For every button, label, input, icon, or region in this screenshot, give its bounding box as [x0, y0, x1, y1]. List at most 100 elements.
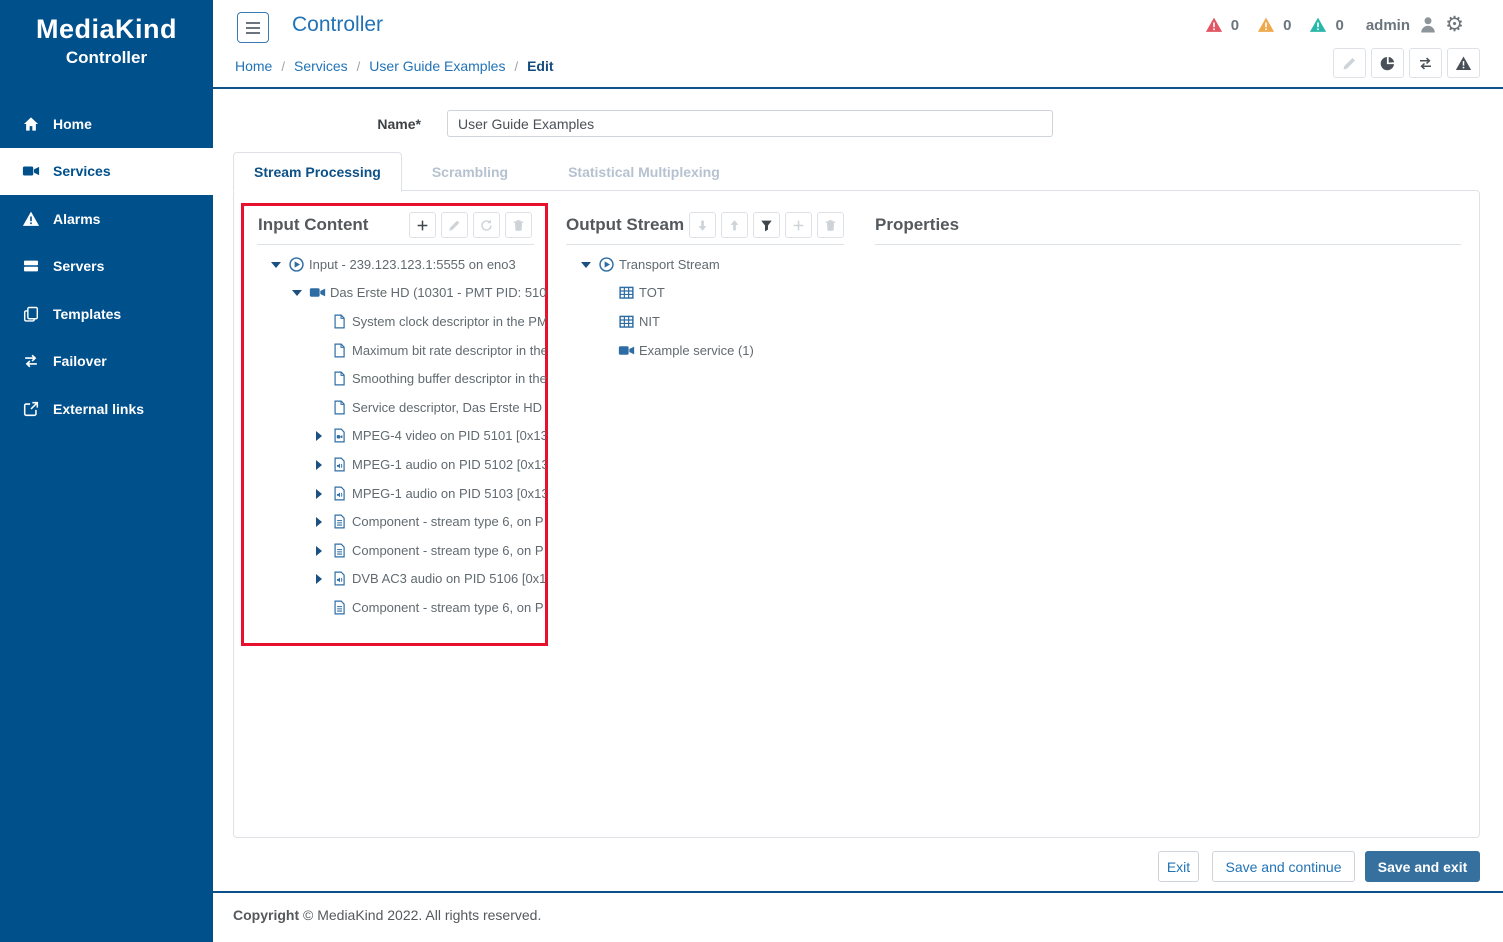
failover-arrows-icon — [22, 352, 40, 370]
tree-item-audio-stream[interactable]: MPEG-1 audio on PID 5102 [0x13 — [257, 450, 546, 479]
caret-expanded-icon[interactable] — [292, 288, 301, 297]
tree-item-label: System clock descriptor in the PM — [352, 314, 546, 329]
transfer-button[interactable] — [1409, 48, 1442, 78]
delete-input-button[interactable] — [505, 212, 532, 238]
footer: Copyright © MediaKind 2022. All rights r… — [213, 891, 1503, 942]
breadcrumb-service-name[interactable]: User Guide Examples — [369, 58, 505, 74]
sidebar-item-label: Templates — [53, 306, 121, 322]
caret-placeholder — [314, 603, 323, 612]
audio-file-icon — [331, 456, 348, 473]
caret-collapsed-icon[interactable] — [314, 517, 323, 526]
caret-collapsed-icon[interactable] — [314, 460, 323, 469]
minor-alarm-icon[interactable] — [1309, 16, 1327, 34]
filter-button[interactable] — [753, 212, 780, 238]
name-input[interactable] — [447, 110, 1053, 137]
tree-item-transport-stream[interactable]: Transport Stream — [566, 250, 846, 279]
caret-collapsed-icon[interactable] — [314, 431, 323, 440]
tree-item-descriptor[interactable]: Smoothing buffer descriptor in the — [257, 364, 546, 393]
tree-item-component[interactable]: Component - stream type 6, on P — [257, 536, 546, 565]
breadcrumb-separator: / — [357, 59, 361, 74]
tree-item-audio-stream[interactable]: MPEG-1 audio on PID 5103 [0x13 — [257, 479, 546, 508]
sidebar-item-home[interactable]: Home — [0, 100, 213, 148]
sidebar-item-failover[interactable]: Failover — [0, 338, 213, 386]
tab-scrambling[interactable]: Scrambling — [402, 153, 538, 191]
sidebar-item-services[interactable]: Services — [0, 148, 213, 196]
document-lines-icon — [331, 513, 348, 530]
statistics-button[interactable] — [1371, 48, 1404, 78]
tree-item-component[interactable]: Component - stream type 6, on P — [257, 593, 546, 622]
caret-collapsed-icon[interactable] — [314, 574, 323, 583]
delete-output-button[interactable] — [817, 212, 844, 238]
brand-name: MediaKind — [0, 14, 213, 45]
output-stream-tree: Transport Stream TOT NIT Example service… — [566, 250, 846, 364]
tree-item-label: Das Erste HD (10301 - PMT PID: 510 — [330, 285, 546, 300]
document-icon — [331, 370, 348, 387]
major-alarm-count: 0 — [1283, 17, 1291, 34]
tab-statistical-multiplexing[interactable]: Statistical Multiplexing — [538, 153, 750, 191]
copyright-rest: © MediaKind 2022. All rights reserved. — [303, 907, 541, 923]
input-content-tree: Input - 239.123.123.1:5555 on eno3 Das E… — [257, 250, 546, 622]
servers-icon — [22, 257, 40, 275]
move-up-button[interactable] — [721, 212, 748, 238]
edit-input-button[interactable] — [441, 212, 468, 238]
caret-expanded-icon[interactable] — [581, 260, 590, 269]
menu-toggle-button[interactable] — [237, 12, 269, 43]
caret-expanded-icon[interactable] — [271, 260, 280, 269]
alarms-button[interactable] — [1447, 48, 1480, 78]
name-field-label: Name* — [311, 116, 421, 132]
tree-item-descriptor[interactable]: Service descriptor, Das Erste HD — [257, 393, 546, 422]
tab-bar: Stream Processing Scrambling Statistical… — [233, 152, 750, 191]
tree-item-label: MPEG-4 video on PID 5101 [0x13 — [352, 428, 546, 443]
tree-item-input[interactable]: Input - 239.123.123.1:5555 on eno3 — [257, 250, 546, 279]
tree-item-video-stream[interactable]: MPEG-4 video on PID 5101 [0x13 — [257, 422, 546, 451]
user-icon[interactable] — [1418, 15, 1438, 35]
document-icon — [331, 313, 348, 330]
pencil-icon — [1341, 55, 1358, 72]
caret-placeholder — [314, 317, 323, 326]
save-and-continue-button[interactable]: Save and continue — [1212, 851, 1355, 882]
sidebar-item-label: Services — [53, 163, 111, 179]
exit-button[interactable]: Exit — [1158, 851, 1199, 882]
table-icon — [618, 313, 635, 330]
tree-item-descriptor[interactable]: Maximum bit rate descriptor in the — [257, 336, 546, 365]
save-and-exit-button[interactable]: Save and exit — [1365, 851, 1480, 882]
sidebar-item-templates[interactable]: Templates — [0, 290, 213, 338]
settings-gear-icon[interactable]: ⚙ — [1445, 14, 1464, 35]
brand-logo: MediaKind Controller — [0, 0, 213, 68]
caret-collapsed-icon[interactable] — [314, 546, 323, 555]
document-lines-icon — [331, 599, 348, 616]
caret-placeholder — [314, 374, 323, 383]
output-stream-toolbar — [689, 212, 844, 238]
edit-button[interactable] — [1333, 48, 1366, 78]
tree-item-example-service[interactable]: Example service (1) — [566, 336, 846, 365]
critical-alarm-icon[interactable] — [1205, 16, 1223, 34]
video-camera-icon — [309, 284, 326, 301]
add-input-button[interactable] — [409, 212, 436, 238]
major-alarm-icon[interactable] — [1257, 16, 1275, 34]
tree-item-label: Smoothing buffer descriptor in the — [352, 371, 546, 386]
divider — [875, 244, 1461, 245]
move-down-button[interactable] — [689, 212, 716, 238]
breadcrumb-separator: / — [514, 59, 518, 74]
sidebar-menu: Home Services Alarms Servers Templates F… — [0, 100, 213, 433]
breadcrumb-home[interactable]: Home — [235, 58, 272, 74]
add-output-button[interactable] — [785, 212, 812, 238]
caret-collapsed-icon[interactable] — [314, 489, 323, 498]
refresh-input-button[interactable] — [473, 212, 500, 238]
sidebar-item-alarms[interactable]: Alarms — [0, 195, 213, 243]
breadcrumb-services[interactable]: Services — [294, 58, 348, 74]
sidebar-item-servers[interactable]: Servers — [0, 243, 213, 291]
main-area: Controller Home / Services / User Guide … — [213, 0, 1503, 942]
trash-icon — [511, 218, 526, 233]
tree-item-component[interactable]: Component - stream type 6, on P — [257, 507, 546, 536]
user-name[interactable]: admin — [1366, 17, 1410, 34]
tree-item-label: MPEG-1 audio on PID 5103 [0x13 — [352, 486, 546, 501]
document-icon — [331, 342, 348, 359]
tab-stream-processing[interactable]: Stream Processing — [233, 152, 402, 192]
tree-item-tot[interactable]: TOT — [566, 279, 846, 308]
tree-item-audio-stream[interactable]: DVB AC3 audio on PID 5106 [0x1 — [257, 565, 546, 594]
sidebar-item-external-links[interactable]: External links — [0, 385, 213, 433]
tree-item-descriptor[interactable]: System clock descriptor in the PM — [257, 307, 546, 336]
tree-item-nit[interactable]: NIT — [566, 307, 846, 336]
tree-item-service[interactable]: Das Erste HD (10301 - PMT PID: 510 — [257, 279, 546, 308]
